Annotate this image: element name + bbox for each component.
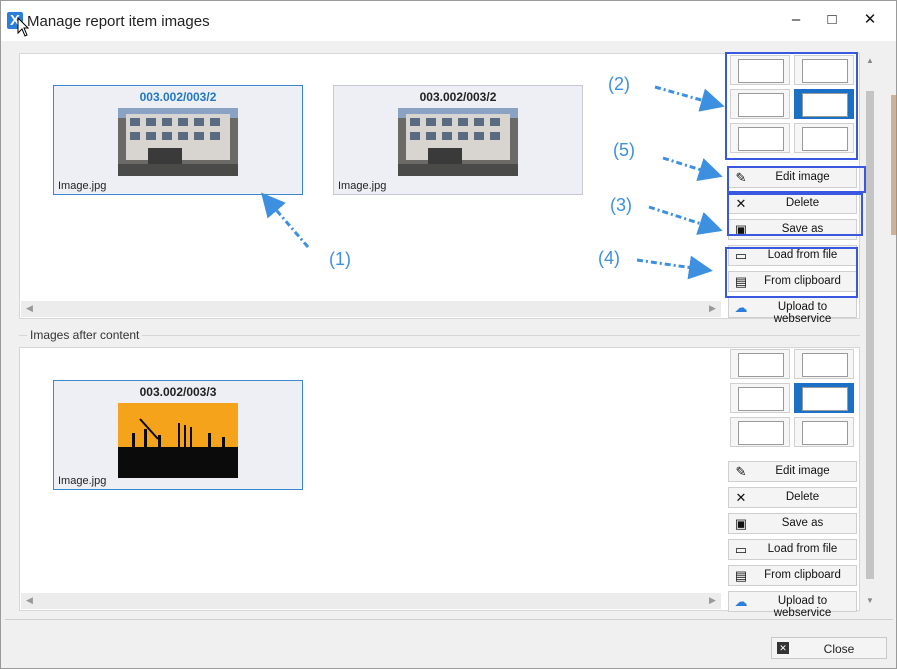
annotation-label: (2) bbox=[608, 74, 630, 94]
dialog-window: X Manage report item images – □ ✕ 003.00… bbox=[0, 0, 897, 669]
background-window-edge bbox=[891, 95, 897, 235]
annotation-label: (1) bbox=[329, 249, 351, 269]
annotation-label: (4) bbox=[598, 248, 620, 268]
close-button[interactable]: ✕ Close bbox=[771, 637, 887, 659]
annotation-label: (5) bbox=[613, 140, 635, 160]
footer-divider bbox=[5, 619, 893, 620]
annotation-label: (3) bbox=[610, 195, 632, 215]
close-icon: ✕ bbox=[777, 642, 789, 654]
annotation-arrows bbox=[261, 85, 725, 280]
